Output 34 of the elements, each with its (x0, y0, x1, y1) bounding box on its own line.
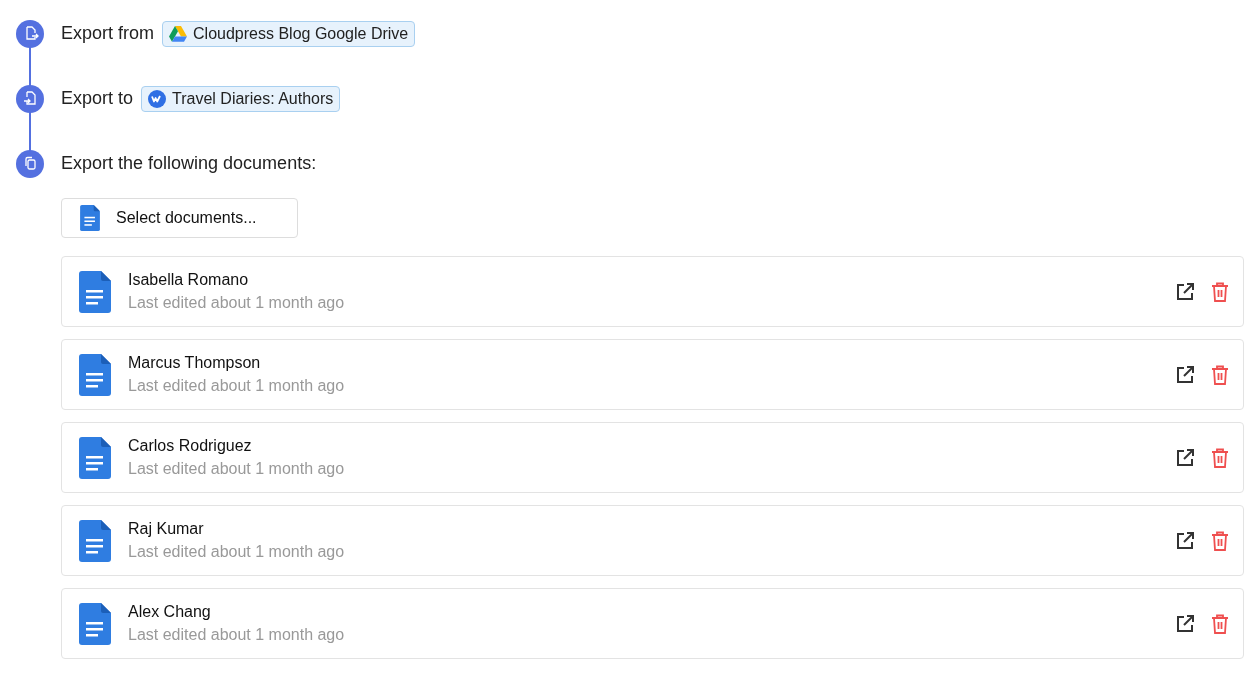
open-external-button[interactable] (1175, 281, 1195, 302)
step-label: Export from (61, 23, 155, 44)
drive-icon (169, 25, 188, 42)
last-edited-text: Last edited about 1 month ago (128, 543, 346, 561)
document-icon (80, 205, 100, 231)
delete-button[interactable] (1211, 364, 1229, 385)
open-external-button[interactable] (1175, 364, 1195, 385)
delete-button[interactable] (1211, 447, 1229, 468)
document-icon (79, 602, 111, 645)
document-title: Marcus Thompson (128, 354, 262, 372)
document-icon (79, 353, 111, 396)
step-label: Export to (61, 88, 134, 109)
open-external-button[interactable] (1175, 530, 1195, 551)
delete-button[interactable] (1211, 613, 1229, 634)
document-title: Isabella Romano (128, 271, 250, 289)
last-edited-text: Last edited about 1 month ago (128, 460, 346, 478)
document-title: Carlos Rodriguez (128, 437, 253, 455)
delete-button[interactable] (1211, 530, 1229, 551)
document-icon (79, 270, 111, 313)
step-label: Export the following documents: (61, 153, 317, 174)
last-edited-text: Last edited about 1 month ago (128, 626, 346, 644)
last-edited-text: Last edited about 1 month ago (128, 377, 346, 395)
document-title: Raj Kumar (128, 520, 205, 538)
source-chip[interactable]: Travel Diaries: Authors (141, 85, 341, 112)
webflow-icon (148, 89, 167, 108)
last-edited-text: Last edited about 1 month ago (128, 294, 346, 312)
document-title: Alex Chang (128, 603, 212, 621)
delete-button[interactable] (1211, 281, 1229, 302)
open-external-button[interactable] (1175, 447, 1195, 468)
source-chip[interactable]: Cloudpress Blog Google Drive (162, 20, 416, 47)
select-documents-button[interactable]: Select documents... (61, 198, 298, 238)
document-icon (79, 519, 111, 562)
open-external-button[interactable] (1175, 613, 1195, 634)
document-icon (79, 436, 111, 479)
